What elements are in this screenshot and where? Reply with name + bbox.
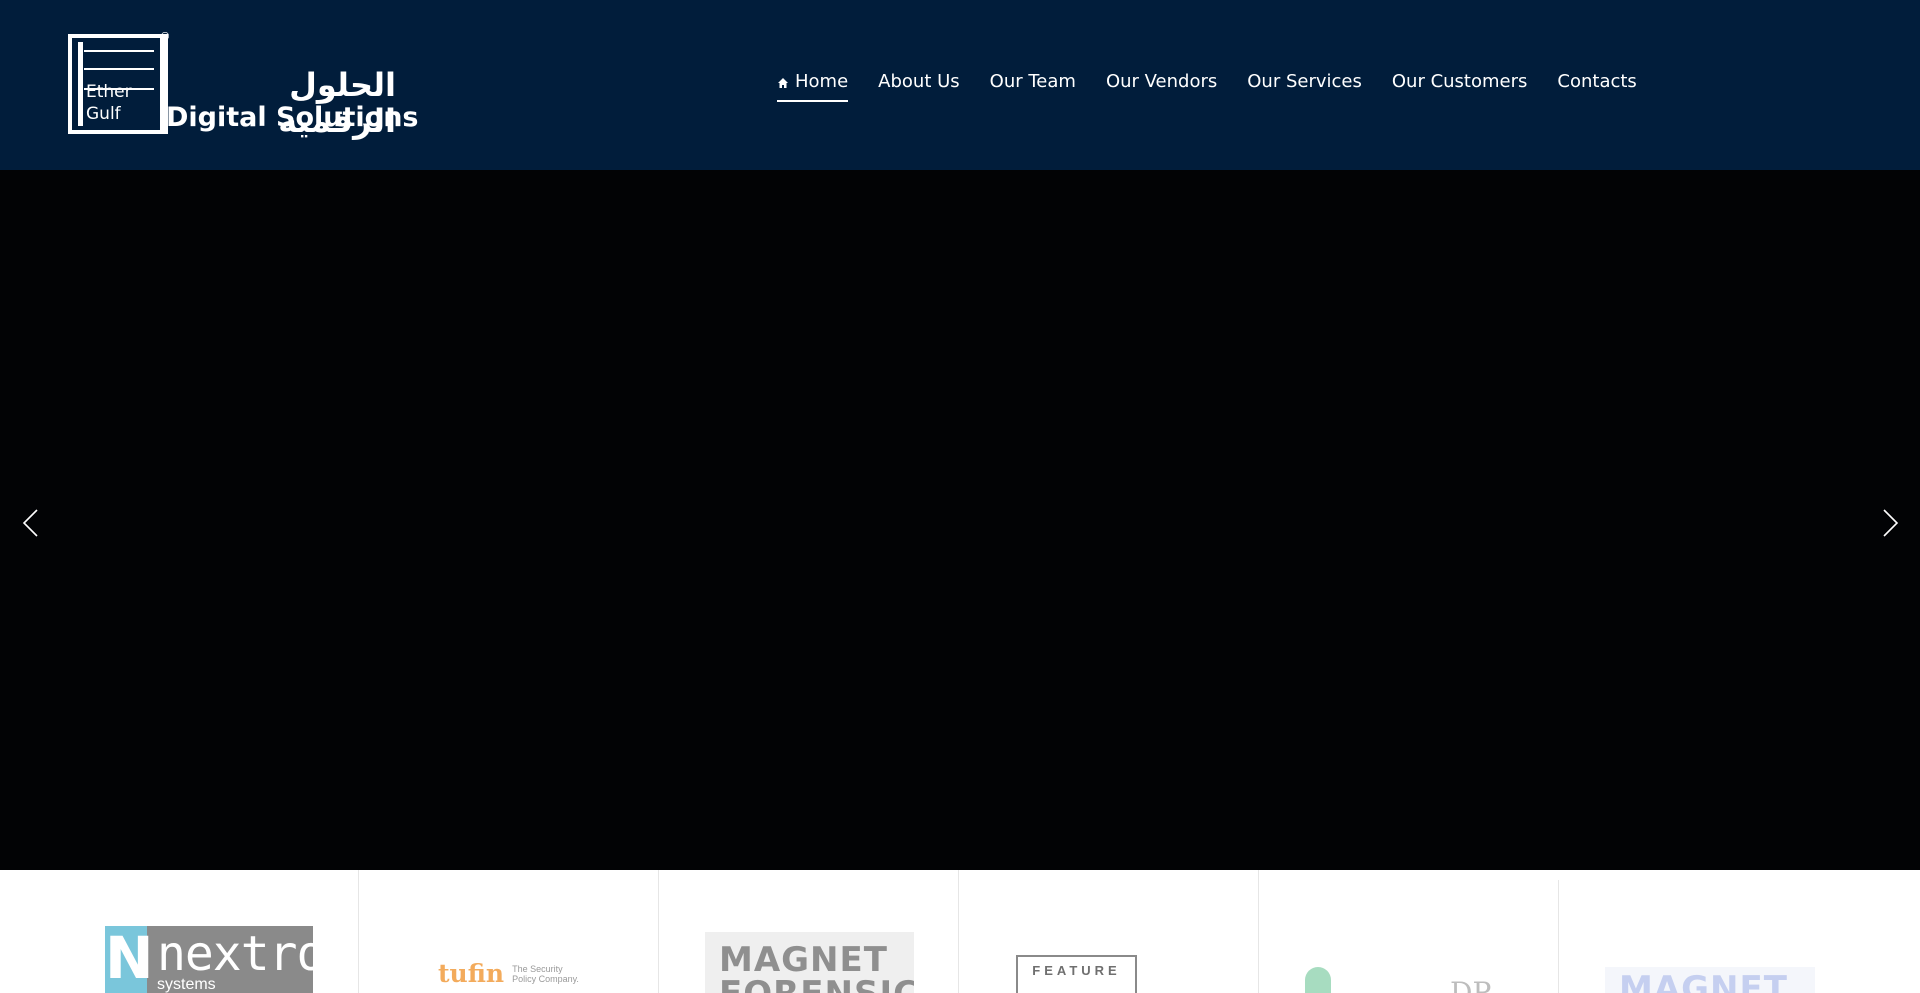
- vendor-logo-magnet[interactable]: MAGNET: [1605, 967, 1815, 993]
- vendor-nextron-text: nextron: [157, 926, 313, 982]
- chevron-right-icon: [1883, 509, 1899, 537]
- vendor-nextron-sub: systems: [157, 976, 216, 993]
- slider-next-button[interactable]: [1874, 508, 1904, 538]
- vendor-magnet-line2: FORENSICS: [719, 976, 914, 993]
- nav-our-vendors[interactable]: Our Vendors: [1106, 70, 1217, 100]
- nav-our-services[interactable]: Our Services: [1247, 70, 1362, 100]
- site-header: Ether Gulf ® الحلول الرقمية Digital Solu…: [0, 0, 1920, 170]
- vendor-magnet-line1: MAGNET: [719, 940, 888, 980]
- nav-our-team[interactable]: Our Team: [990, 70, 1076, 100]
- vendor-logo-magnet-forensics[interactable]: MAGNET FORENSICS: [705, 932, 914, 993]
- vendor-logo-dp[interactable]: DP: [1450, 976, 1491, 993]
- vendor-feature-text: FEATURE: [1032, 963, 1121, 978]
- slider-prev-button[interactable]: [17, 508, 47, 538]
- vendor-magnet2-text: MAGNET: [1619, 969, 1788, 993]
- chevron-left-icon: [22, 509, 38, 537]
- nav-home-label: Home: [795, 71, 849, 92]
- registered-mark: ®: [161, 31, 170, 43]
- vendor-logo-nextron[interactable]: N nextron systems: [105, 926, 313, 993]
- nav-home[interactable]: Home: [777, 70, 849, 102]
- vendor-tufin-text: tufin: [438, 959, 505, 988]
- logo-mark-line-2: Gulf: [86, 104, 121, 124]
- logo-mark-line-1: Ether: [86, 82, 132, 102]
- vendor-leaf-icon: [1305, 967, 1331, 993]
- vendor-cell-6[interactable]: [1259, 895, 1559, 993]
- logo-mark: Ether Gulf: [68, 34, 168, 134]
- vendor-logo-feature[interactable]: FEATURE: [1016, 955, 1137, 993]
- nav-contacts[interactable]: Contacts: [1557, 70, 1636, 100]
- main-nav: Home About Us Our Team Our Vendors Our S…: [777, 70, 1637, 104]
- vendors-carousel: N nextron systems tufin The Security Pol…: [0, 870, 1920, 993]
- hero-slider: [0, 170, 1920, 870]
- home-icon: [778, 78, 788, 88]
- nav-about-us[interactable]: About Us: [878, 70, 960, 100]
- company-logo[interactable]: Ether Gulf ® الحلول الرقمية Digital Solu…: [68, 31, 419, 139]
- vendor-tufin-tagline: The Security Policy Company.: [512, 964, 579, 984]
- vendor-logo-tufin[interactable]: tufin The Security Policy Company.: [438, 960, 584, 988]
- nav-our-customers[interactable]: Our Customers: [1392, 70, 1528, 100]
- logo-english-name: Digital Solutions: [166, 102, 419, 133]
